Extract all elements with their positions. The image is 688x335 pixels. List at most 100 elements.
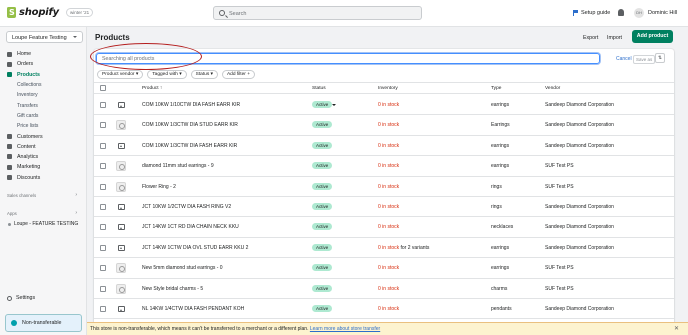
table-row[interactable]: JCT 14KW 1CTW DIA OVL STUD EARR KKU 2 Act… — [94, 238, 674, 259]
add-filter-button[interactable]: Add filter + — [221, 70, 256, 79]
table-row[interactable]: JCT 10KW 1/2CTW DIA FASH RING V2 Active 0 … — [94, 197, 674, 218]
sidebar-item-customers[interactable]: Customers — [0, 131, 87, 141]
import-button[interactable]: Import — [607, 35, 622, 41]
sort-button[interactable]: ⇅ — [655, 53, 665, 63]
cancel-button[interactable]: Cancel — [616, 56, 632, 62]
product-vendor: SUF Test PS — [545, 285, 574, 292]
sidebar-item-analytics[interactable]: Analytics — [0, 152, 87, 162]
non-transferable-banner[interactable]: Non-transferable — [5, 314, 82, 332]
sidebar-subitem-collections[interactable]: Collections — [0, 80, 87, 90]
product-thumbnail[interactable] — [115, 283, 127, 295]
row-checkbox[interactable] — [100, 285, 106, 292]
filter-status[interactable]: Status ▾ — [190, 70, 218, 79]
row-checkbox[interactable] — [100, 142, 106, 149]
inventory-variants: for 2 variants — [399, 244, 430, 251]
product-name[interactable]: New 5mm diamond stud earrings - 0 — [142, 265, 223, 271]
image-icon — [117, 142, 125, 149]
select-all-checkbox[interactable] — [100, 85, 106, 91]
product-thumbnail[interactable] — [115, 181, 127, 193]
avatar[interactable]: DH — [634, 8, 644, 18]
image-icon — [117, 224, 125, 231]
product-name[interactable]: JCT 14KW 1CT RD DIA CHAIN NECK KKU — [142, 224, 239, 230]
product-thumbnail[interactable] — [115, 119, 127, 131]
table-row[interactable]: Flower Ring - 2 Active 0 in stock rings SUF … — [94, 177, 674, 197]
table-row[interactable]: New Style bridal charms - 5 Active 0 in st… — [94, 279, 674, 299]
chevron-right-icon[interactable]: › — [75, 210, 77, 216]
product-name[interactable]: NL 14KW 1/4CTW DIA FASH PENDANT KOH — [142, 306, 244, 312]
row-checkbox[interactable] — [100, 244, 106, 251]
table-row[interactable]: diamond 11mm stud earrings - 9 Active 0 in… — [94, 156, 674, 177]
inventory-cell: 0 in stock — [378, 163, 399, 169]
ring-photo — [116, 181, 126, 192]
filter-product-vendor[interactable]: Product vendor ▾ — [97, 70, 144, 79]
row-checkbox[interactable] — [100, 265, 106, 272]
save-as-button[interactable]: Save as — [633, 55, 656, 64]
row-checkbox[interactable] — [100, 163, 106, 170]
filter-tagged-with[interactable]: Tagged with ▾ — [147, 70, 187, 79]
inventory-cell: 0 in stock — [378, 224, 399, 230]
product-thumbnail[interactable] — [115, 140, 127, 152]
row-checkbox[interactable] — [100, 204, 106, 210]
status-badge: Active — [312, 162, 333, 170]
product-thumbnail[interactable] — [115, 262, 127, 274]
chevron-down-icon[interactable] — [332, 104, 336, 106]
username[interactable]: Dominic Hill — [648, 10, 677, 16]
sidebar-item-label: Home — [17, 51, 32, 58]
product-name[interactable]: COM 10KW 1/3CTW DIA STUD EARR KIR — [142, 122, 238, 128]
row-checkbox[interactable] — [100, 306, 106, 312]
scrollbar[interactable] — [682, 27, 688, 322]
status-badge: Active — [312, 101, 333, 108]
product-thumbnail[interactable] — [115, 221, 127, 233]
sidebar-item-marketing[interactable]: Marketing — [0, 162, 87, 172]
product-name[interactable]: JCT 14KW 1CTW DIA OVL STUD EARR KKU 2 — [142, 245, 248, 251]
close-icon[interactable]: ✕ — [674, 325, 679, 332]
sidebar-item-home[interactable]: Home — [0, 49, 87, 59]
product-thumbnail[interactable] — [115, 201, 127, 213]
product-name[interactable]: JCT 10KW 1/2CTW DIA FASH RING V2 — [142, 204, 231, 210]
table-row[interactable]: COM 10KW 1/3CTW DIA STUD EARR KIR Active 0… — [94, 115, 674, 136]
sidebar-subitem-inventory[interactable]: Inventory — [0, 90, 87, 100]
sidebar-subitem-transfers[interactable]: Transfers — [0, 100, 87, 110]
product-name[interactable]: COM 10KW 1/10CTW DIA FASH EARR KIR — [142, 102, 240, 108]
add-product-button[interactable]: Add product — [632, 30, 673, 43]
inventory-count: 0 in stock — [378, 285, 400, 292]
sidebar-subitem-gift-cards[interactable]: Gift cards — [0, 111, 87, 121]
export-button[interactable]: Export — [583, 35, 598, 41]
chevron-right-icon[interactable]: › — [75, 192, 77, 198]
product-name[interactable]: Flower Ring - 2 — [142, 184, 176, 190]
global-search-input[interactable]: Search — [213, 6, 422, 20]
product-name[interactable]: New Style bridal charms - 5 — [142, 286, 203, 292]
table-row[interactable]: JCT 14KW 1CT RD DIA CHAIN NECK KKU Active… — [94, 217, 674, 238]
table-row[interactable]: COM 10KW 1/3CTW DIA FASH EARR KIR Active 0… — [94, 136, 674, 157]
table-row[interactable]: New 5mm diamond stud earrings - 0 Active 0… — [94, 258, 674, 279]
product-thumbnail[interactable] — [115, 160, 127, 172]
sidebar-item-discounts[interactable]: Discounts — [0, 173, 87, 183]
store-transfer-link[interactable]: Learn more about store transfer — [310, 326, 380, 332]
row-checkbox[interactable] — [100, 122, 106, 129]
product-thumbnail[interactable] — [115, 303, 127, 315]
inventory-cell: 0 in stock — [378, 204, 399, 210]
store-selector[interactable]: Loupe Feature Testing — [6, 31, 83, 43]
product-thumbnail[interactable] — [115, 99, 127, 111]
setup-guide-button[interactable]: Setup guide — [573, 10, 610, 16]
shopify-logo[interactable]: shopify winter '21 — [7, 7, 94, 18]
product-name[interactable]: COM 10KW 1/3CTW DIA FASH EARR KIR — [142, 143, 237, 149]
sidebar-item-products[interactable]: Products — [0, 70, 87, 80]
table-row[interactable]: COM 10KW 1/10CTW DIA FASH EARR KIR Active… — [94, 95, 674, 116]
sidebar-item-content[interactable]: Content — [0, 142, 87, 152]
sidebar-item-orders[interactable]: Orders — [0, 59, 87, 69]
sidebar-item-loupe-app[interactable]: Loupe - FEATURE TESTING — [8, 221, 78, 227]
sidebar-item-settings[interactable]: Settings — [7, 295, 35, 301]
tag-icon — [7, 72, 12, 78]
product-thumbnail[interactable] — [115, 242, 127, 254]
row-checkbox[interactable] — [100, 224, 106, 231]
inventory-cell: 0 in stock — [378, 306, 399, 312]
inventory-count: 0 in stock — [378, 204, 400, 210]
table-row[interactable]: NL 14KW 1/4CTW DIA FASH PENDANT KOH Activ… — [94, 299, 674, 320]
row-checkbox[interactable] — [100, 102, 106, 108]
row-checkbox[interactable] — [100, 183, 106, 190]
product-name[interactable]: diamond 11mm stud earrings - 9 — [142, 163, 214, 169]
column-product[interactable]: Product ↑ — [142, 86, 162, 91]
bell-icon[interactable] — [618, 9, 624, 16]
sidebar-subitem-price-lists[interactable]: Price lists — [0, 121, 87, 131]
